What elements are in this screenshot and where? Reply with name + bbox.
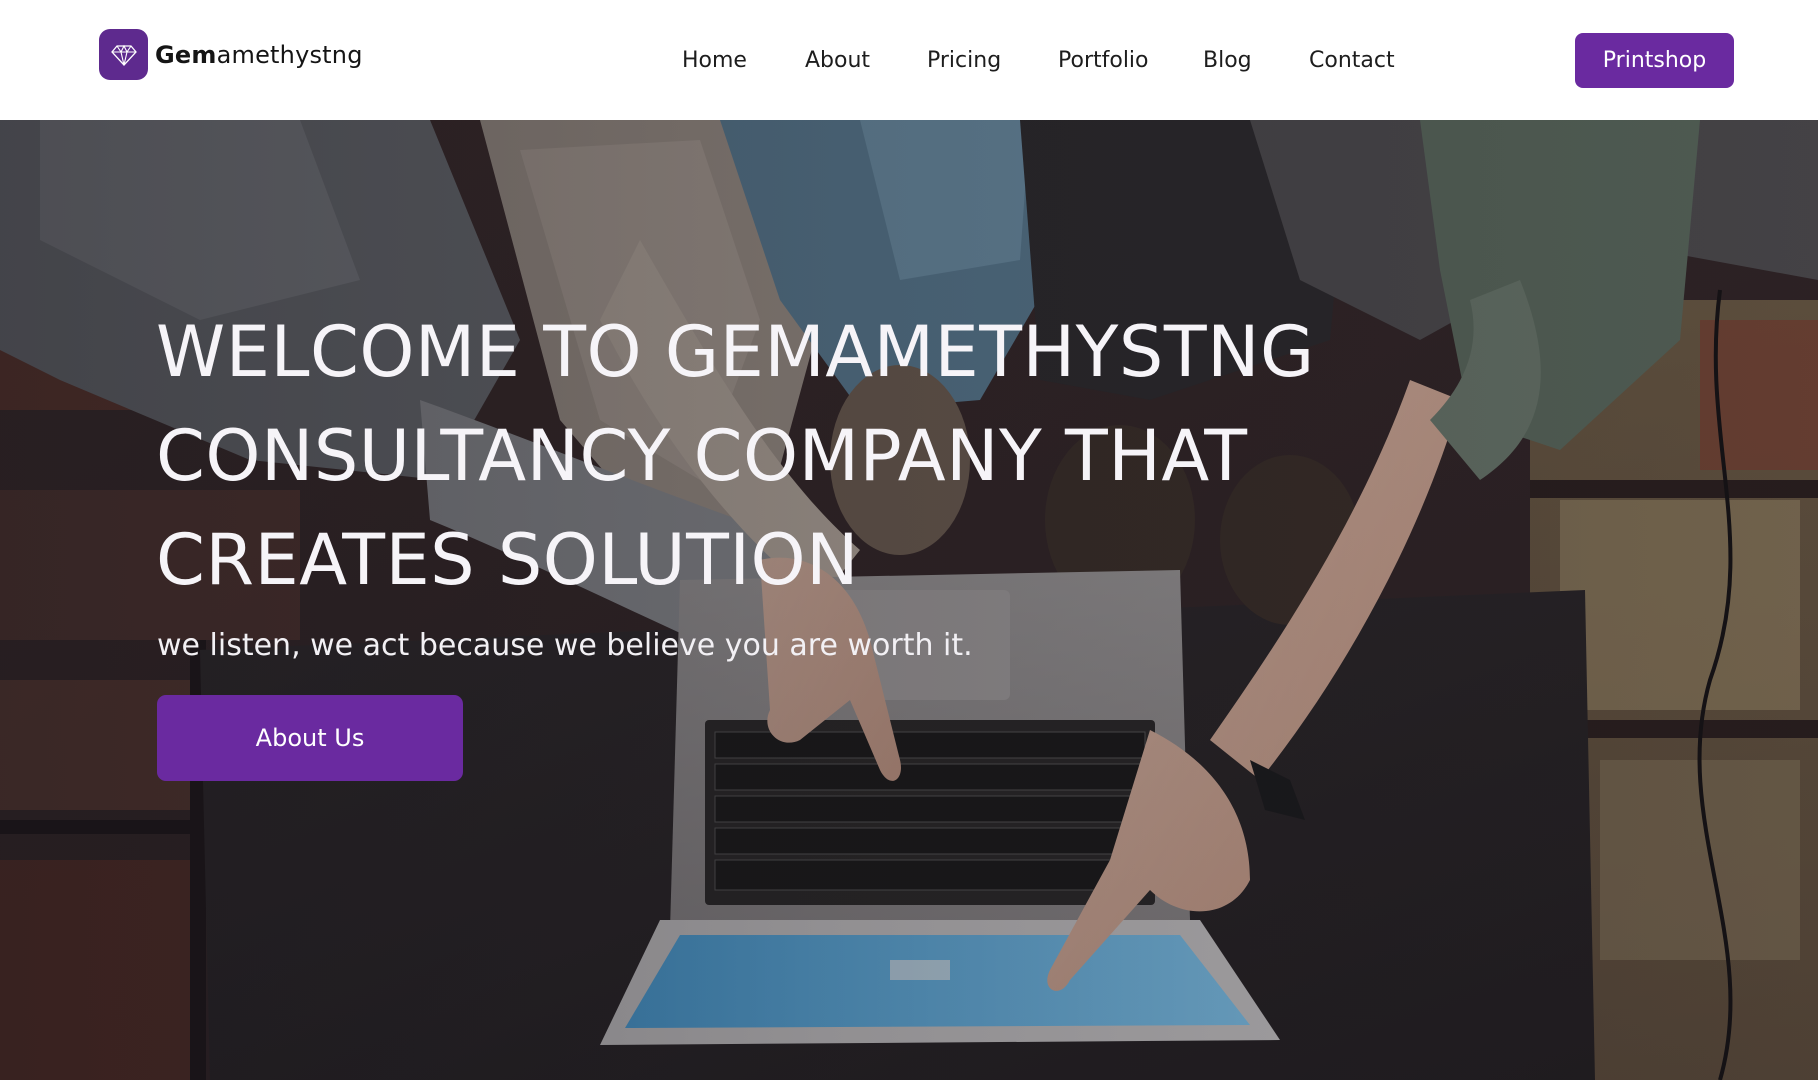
hero-subtitle: we listen, we act because we believe you… [157,628,973,663]
brand-name-bold: Gem [155,40,217,69]
site-header: Gemamethystng Home About Pricing Portfol… [0,0,1818,120]
nav-pricing[interactable]: Pricing [927,42,1001,80]
hero-title-line: CREATES SOLUTION [156,519,860,601]
printshop-button[interactable]: Printshop [1575,33,1734,88]
brand-logo-link[interactable]: Gemamethystng [99,29,363,80]
hero-section: WELCOME TO GEMAMETHYSTNG CONSULTANCY COM… [0,120,1818,1080]
nav-home[interactable]: Home [682,42,747,80]
hero-title-line: WELCOME TO GEMAMETHYSTNG [156,311,1315,393]
about-us-button[interactable]: About Us [157,695,463,781]
brand-name-rest: amethystng [216,40,363,69]
nav-blog[interactable]: Blog [1203,42,1252,80]
nav-about[interactable]: About [805,42,870,80]
nav-portfolio[interactable]: Portfolio [1058,42,1149,80]
hero-title: WELCOME TO GEMAMETHYSTNG CONSULTANCY COM… [156,300,1386,612]
hero-title-line: CONSULTANCY COMPANY THAT [156,415,1248,497]
nav-contact[interactable]: Contact [1309,42,1395,80]
logo-badge [99,29,148,80]
brand-name: Gemamethystng [155,41,363,69]
diamond-icon [110,44,137,66]
